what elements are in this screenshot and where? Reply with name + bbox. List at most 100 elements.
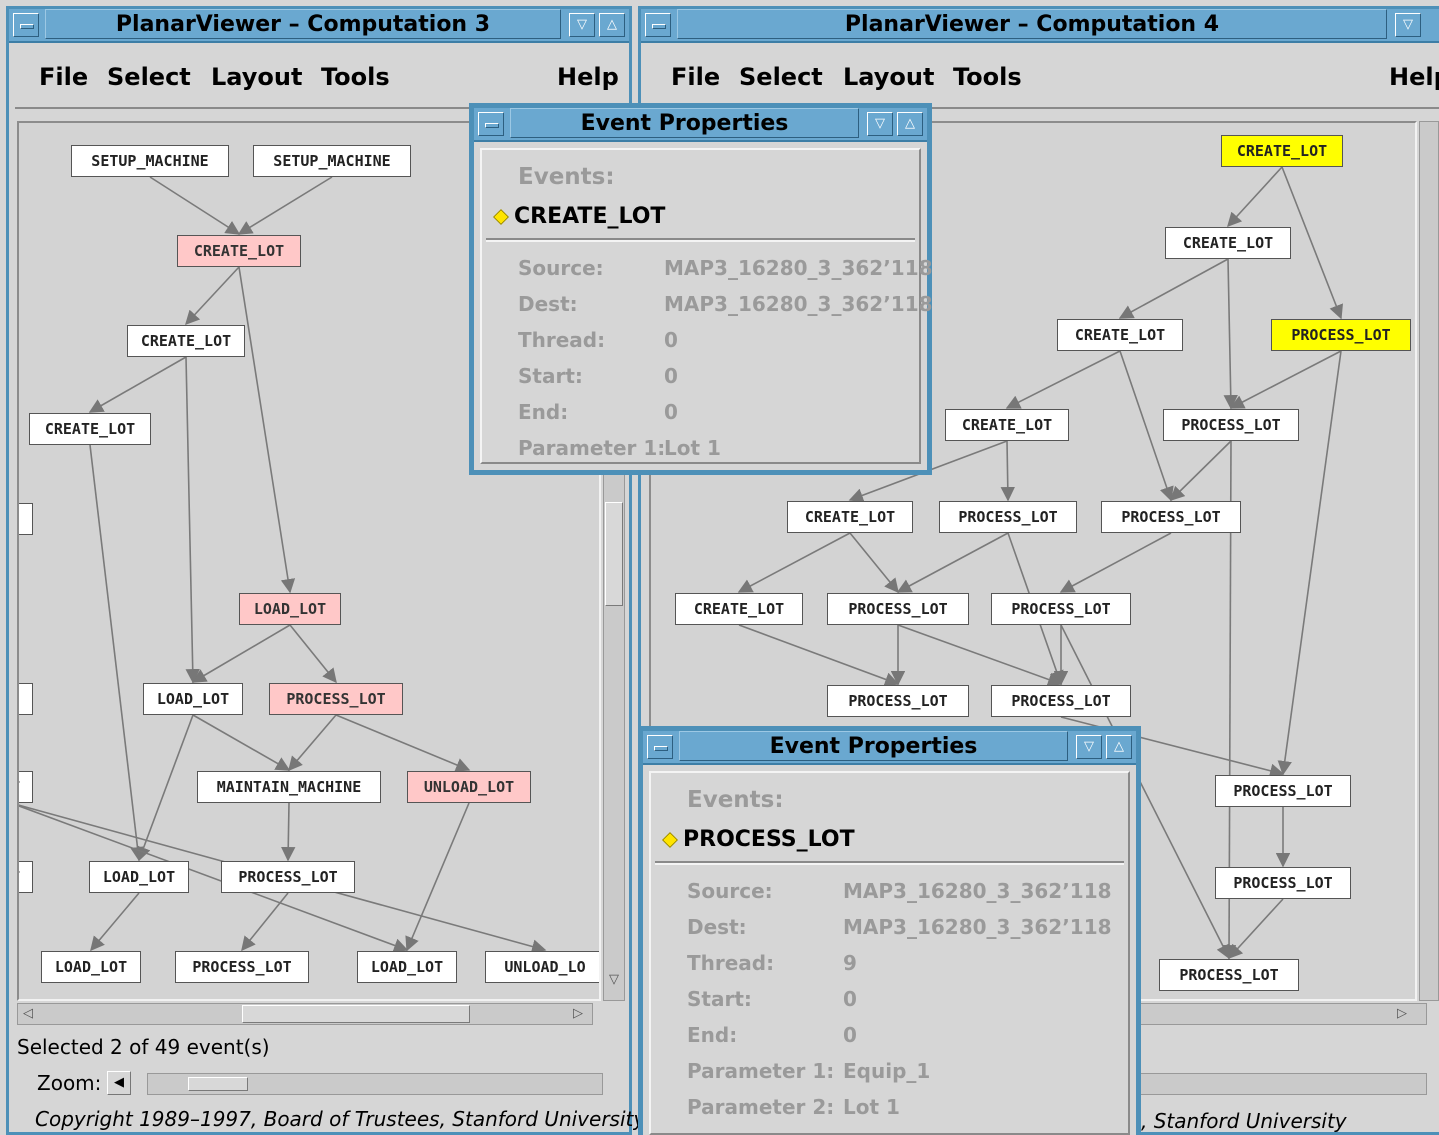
zoom-slider[interactable] [147, 1073, 603, 1095]
event-node[interactable]: LOAD_LOT [89, 861, 189, 893]
right-zoom-slider[interactable] [1131, 1073, 1427, 1095]
event-node[interactable]: PROCESS_LOT [827, 685, 969, 717]
property-label: Thread: [518, 328, 606, 352]
event-node[interactable]: UNLOAD_LO [485, 951, 599, 983]
property-value: MAP3_16280_3_362’118 [843, 879, 1112, 903]
event-node[interactable]: T [19, 503, 33, 535]
left-vscroll-thumb[interactable] [605, 502, 623, 606]
event-node[interactable]: PROCESS_LOT [1271, 319, 1411, 351]
event-node[interactable]: LOAD_LOT [239, 593, 341, 625]
zoom-left-icon[interactable]: ◀ [107, 1071, 131, 1095]
property-value: MAP3_16280_3_362’118 [843, 915, 1112, 939]
right-vertical-scrollbar[interactable] [1419, 121, 1439, 1001]
event-node[interactable]: CREATE_LOT [127, 325, 245, 357]
event-node[interactable]: CREATE_LOT [1165, 227, 1291, 259]
event-node[interactable]: PROCESS_LOT [1215, 867, 1351, 899]
scroll-right-icon[interactable]: ▷ [1394, 1006, 1410, 1021]
menu-help[interactable]: Help [1389, 63, 1439, 91]
dialog2-titlebar[interactable]: Event Properties ▽ △ [643, 731, 1136, 765]
zoom-slider-thumb[interactable] [188, 1077, 248, 1091]
event-node[interactable]: PROCESS_LOT [939, 501, 1077, 533]
property-label: Parameter 2: [687, 1095, 835, 1119]
menu-file[interactable]: File [671, 63, 720, 91]
event-node[interactable]: LOAD_LOT [143, 683, 243, 715]
menu-help[interactable]: Help [557, 63, 619, 91]
menu-layout[interactable]: Layout [211, 63, 302, 91]
menu-select[interactable]: Select [739, 63, 823, 91]
scroll-right-icon[interactable]: ▷ [570, 1006, 586, 1021]
event-node[interactable]: SETUP_MACHINE [71, 145, 229, 177]
event-node[interactable]: SETUP_MACHINE [253, 145, 411, 177]
maximize-icon[interactable]: △ [897, 112, 923, 136]
event-node[interactable]: CREATE_LOT [1221, 135, 1343, 167]
event-node[interactable]: CREATE_LOT [787, 501, 913, 533]
window-menu-icon[interactable] [647, 735, 673, 759]
left-horizontal-scrollbar[interactable]: ◁ ▷ [17, 1003, 593, 1025]
event-node[interactable]: MAINTAIN_MACHINE [197, 771, 381, 803]
right-window-titlebar[interactable]: PlanarViewer – Computation 4 ▽ [641, 9, 1439, 43]
property-value: 0 [664, 400, 678, 424]
dialog2-title: Event Properties [679, 731, 1068, 761]
menu-file[interactable]: File [39, 63, 88, 91]
menu-tools[interactable]: Tools [953, 63, 1022, 91]
graph-edge [1223, 258, 1238, 410]
event-node[interactable]: UNLOAD_LOT [407, 771, 531, 803]
event-node[interactable]: PROCESS_LOT [221, 861, 355, 893]
maximize-icon[interactable]: △ [599, 13, 625, 37]
maximize-icon[interactable]: △ [1106, 735, 1132, 759]
event-node[interactable]: OT [19, 861, 33, 893]
property-label: Dest: [687, 915, 747, 939]
event-node[interactable]: CREATE_LOT [29, 413, 151, 445]
graph-edge [897, 624, 1063, 687]
event-name: PROCESS_LOT [683, 827, 855, 852]
event-node[interactable]: PROCESS_LOT [175, 951, 309, 983]
right-window-title: PlanarViewer – Computation 4 [677, 9, 1387, 39]
event-node[interactable]: PROCESS_LOT [1159, 959, 1299, 991]
minimize-icon[interactable]: ▽ [1395, 13, 1421, 37]
event-node[interactable]: CREATE_LOT [1057, 319, 1183, 351]
minimize-icon[interactable]: ▽ [1076, 735, 1102, 759]
window-menu-icon[interactable] [13, 13, 39, 37]
event-list-item[interactable]: PROCESS_LOT [662, 827, 855, 852]
event-node[interactable]: T [19, 683, 33, 715]
event-name: CREATE_LOT [514, 204, 666, 229]
right-horizontal-scrollbar[interactable]: ▷ [1131, 1003, 1427, 1025]
event-node[interactable]: CREATE_LOT [177, 235, 301, 267]
left-menubar: File Select Layout Tools Help [15, 49, 623, 109]
dialog1-titlebar[interactable]: Event Properties ▽ △ [474, 108, 927, 142]
left-hscroll-thumb[interactable] [242, 1005, 470, 1023]
scroll-down-icon[interactable]: ▽ [605, 972, 623, 987]
event-node[interactable]: LOAD_LOT [41, 951, 141, 983]
event-node[interactable]: PROCESS_LOT [1101, 501, 1241, 533]
event-node[interactable]: OT [19, 771, 33, 803]
event-node[interactable]: LOAD_LOT [357, 951, 457, 983]
event-node[interactable]: PROCESS_LOT [991, 685, 1131, 717]
event-node[interactable]: PROCESS_LOT [269, 683, 403, 715]
window-menu-icon[interactable] [645, 13, 671, 37]
minimize-icon[interactable]: ▽ [867, 112, 893, 136]
left-window-title: PlanarViewer – Computation 3 [45, 9, 561, 39]
graph-edge [238, 266, 296, 594]
right-menubar: File Select Layout Tools Help [647, 49, 1439, 109]
menu-select[interactable]: Select [107, 63, 191, 91]
menu-layout[interactable]: Layout [843, 63, 934, 91]
scroll-left-icon[interactable]: ◁ [20, 1006, 36, 1021]
minimize-icon[interactable]: ▽ [569, 13, 595, 37]
graph-edge [90, 892, 140, 952]
event-list-item[interactable]: CREATE_LOT [493, 204, 666, 229]
event-node[interactable]: PROCESS_LOT [827, 593, 969, 625]
event-node[interactable]: PROCESS_LOT [991, 593, 1131, 625]
property-label: Thread: [687, 951, 775, 975]
event-node[interactable]: PROCESS_LOT [1163, 409, 1299, 441]
selected-diamond-icon [493, 209, 509, 225]
event-node[interactable]: CREATE_LOT [945, 409, 1069, 441]
window-menu-icon[interactable] [478, 112, 504, 136]
graph-edge [737, 532, 851, 593]
event-node[interactable]: PROCESS_LOT [1215, 775, 1351, 807]
graph-edge [241, 892, 289, 952]
graph-edge [405, 802, 470, 952]
left-window-titlebar[interactable]: PlanarViewer – Computation 3 ▽ △ [9, 9, 629, 43]
property-label: End: [518, 400, 569, 424]
event-node[interactable]: CREATE_LOT [675, 593, 803, 625]
menu-tools[interactable]: Tools [321, 63, 390, 91]
